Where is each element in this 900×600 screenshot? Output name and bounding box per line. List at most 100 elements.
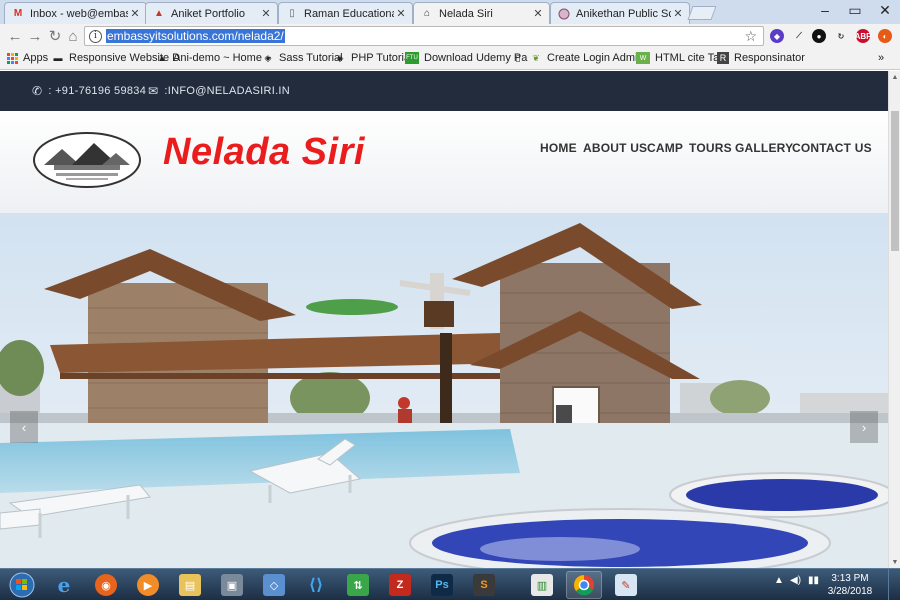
tab-raman-educational[interactable]: ▯ Raman Educational Instit ✕: [278, 2, 413, 24]
slider-next-button[interactable]: ›: [850, 411, 878, 443]
sublime-text-icon[interactable]: S: [466, 571, 502, 599]
tab-inbox[interactable]: M Inbox - web@embassyit ✕: [4, 2, 147, 24]
task-manager-icon[interactable]: ▥: [524, 571, 560, 599]
windows-taskbar: e ◉ ▶ ▤ ▣ ◇ ⟨⟩ ⇅ Z Ps S ▥ ✎ ▲ ◀) ▮▮ 3:13…: [0, 568, 900, 600]
bookmark-page[interactable]: ▯: [512, 52, 529, 64]
tab-title: Nelada Siri: [439, 7, 493, 20]
contact-email[interactable]: ✉ :INFO@NELADASIRI.IN: [148, 84, 290, 98]
diamond-icon: ◈: [336, 52, 344, 63]
bookmark-php-tutorial[interactable]: ◈ PHP Tutorial: [334, 52, 413, 64]
browser-tab-strip: M Inbox - web@embassyit ✕ ▲ Aniket Portf…: [0, 0, 900, 24]
back-arrow-icon[interactable]: ←: [6, 27, 24, 45]
firefox-icon[interactable]: ◉: [88, 571, 124, 599]
page-icon: ▯: [515, 52, 521, 63]
bookmark-label: Responsinator: [734, 52, 805, 64]
slider-prev-button[interactable]: ‹: [10, 411, 38, 443]
close-icon[interactable]: ✕: [128, 7, 142, 20]
envelope-icon: ✉: [148, 84, 159, 98]
adblock-icon[interactable]: ABP: [855, 29, 871, 43]
show-desktop-button[interactable]: [888, 569, 900, 600]
black-hat-icon: ▲: [157, 53, 167, 63]
paint-icon[interactable]: ✎: [608, 571, 644, 599]
bookmark-html-cite[interactable]: W HTML cite Tag: [636, 52, 725, 64]
nav-tours[interactable]: TOURS: [689, 141, 732, 155]
media-player-icon[interactable]: ▶: [130, 571, 166, 599]
file-explorer-icon[interactable]: ▤: [172, 571, 208, 599]
minimize-icon[interactable]: –: [810, 0, 840, 20]
bookmark-sass-tutorial[interactable]: ◈ Sass Tutorial: [262, 52, 343, 64]
extension-orange-icon[interactable]: ◐: [878, 29, 892, 43]
new-tab-button[interactable]: [687, 6, 717, 20]
gmail-icon: M: [13, 8, 23, 19]
reload-icon[interactable]: ↻: [46, 27, 64, 45]
bookmark-create-login[interactable]: ❦ Create Login Admin: [530, 52, 643, 64]
phone-icon: ✆: [32, 84, 43, 98]
bookmark-label: PHP Tutorial: [351, 52, 413, 64]
forward-arrow-icon[interactable]: →: [26, 27, 44, 45]
vs-code-icon[interactable]: ⟨⟩: [298, 571, 334, 599]
bookmark-label: Apps: [23, 52, 49, 64]
url-text[interactable]: embassyitsolutions.com/nelada2/: [106, 29, 285, 43]
scroll-up-icon[interactable]: ▲: [889, 71, 900, 83]
tab-anikethan-school[interactable]: Anikethan Public School ✕: [550, 2, 690, 24]
chrome-icon[interactable]: [566, 571, 602, 599]
tray-expand-icon[interactable]: ▲: [774, 575, 784, 586]
network-icon[interactable]: ▮▮: [808, 575, 819, 586]
extension-dark-icon[interactable]: ●: [812, 29, 826, 43]
contact-phone[interactable]: ✆ : +91-76196 59834: [32, 84, 146, 98]
site-header: Nelada Siri HOME ABOUT US CAMP TOURS GAL…: [0, 111, 888, 213]
bookmark-download-udemy[interactable]: FTU Download Udemy Pa: [405, 52, 527, 64]
refresh-extension-icon[interactable]: ↻: [834, 29, 848, 43]
taskbar-clock[interactable]: 3:13 PM 3/28/2018: [824, 572, 876, 598]
bookmark-ani-demo[interactable]: ▲ Ani-demo ~ Home ~: [156, 52, 272, 64]
bookmark-responsinator[interactable]: R Responsinator: [717, 52, 805, 64]
clock-time: 3:13 PM: [831, 573, 869, 584]
virtualbox-icon[interactable]: ◇: [256, 571, 292, 599]
bookmarks-bar: Apps ▬ Responsive Website D ▲ Ani-demo ~…: [0, 48, 900, 70]
eyedropper-icon[interactable]: ⟋: [792, 29, 806, 43]
app-manager-icon[interactable]: ▣: [214, 571, 250, 599]
leaf-icon: ❦: [532, 52, 540, 63]
nelada-siri-icon: ⌂: [423, 8, 431, 19]
filezilla-icon[interactable]: Z: [382, 571, 418, 599]
nav-contact-us[interactable]: CONTACT US: [792, 141, 872, 155]
bookmarks-overflow-icon[interactable]: »: [878, 52, 884, 64]
photoshop-icon[interactable]: Ps: [424, 571, 460, 599]
nav-gallery[interactable]: GALLERY: [735, 141, 793, 155]
scroll-thumb[interactable]: [891, 111, 899, 251]
page-scrollbar[interactable]: ▲ ▼: [888, 71, 900, 568]
close-icon[interactable]: ✕: [259, 7, 273, 20]
browser-toolbar: ← → ↻ ⌂ i embassyitsolutions.com/nelada2…: [0, 24, 900, 48]
windows-start-icon[interactable]: [4, 571, 40, 599]
tab-aniket-portfolio[interactable]: ▲ Aniket Portfolio ✕: [145, 2, 278, 24]
home-icon[interactable]: ⌂: [64, 27, 82, 45]
site-contact-bar: ✆ : +91-76196 59834 ✉ :INFO@NELADASIRI.I…: [0, 71, 888, 111]
site-logo[interactable]: [32, 131, 142, 189]
close-icon[interactable]: ✕: [394, 7, 408, 20]
bookmark-apps[interactable]: Apps: [6, 52, 48, 64]
nav-home[interactable]: HOME: [540, 141, 577, 155]
ftu-icon: FTU: [405, 52, 419, 64]
bookmark-star-icon[interactable]: ☆: [744, 28, 757, 45]
clock-date: 3/28/2018: [827, 586, 873, 597]
close-window-icon[interactable]: ✕: [870, 0, 900, 20]
school-icon: [557, 7, 571, 21]
hero-slider: ‹ ›: [0, 213, 888, 568]
bookmark-label: HTML cite Tag: [655, 52, 726, 64]
close-icon[interactable]: ✕: [671, 7, 685, 20]
nav-about-us[interactable]: ABOUT US: [583, 141, 647, 155]
scroll-down-icon[interactable]: ▼: [889, 556, 900, 568]
tab-nelada-siri[interactable]: ⌂ Nelada Siri ✕: [413, 2, 550, 24]
address-bar[interactable]: i embassyitsolutions.com/nelada2/ ☆: [84, 26, 764, 46]
document-icon: ▯: [289, 8, 295, 19]
diamond-icon: ◈: [264, 52, 272, 63]
tab-title: Anikethan Public School: [576, 7, 671, 20]
nav-camp[interactable]: CAMP: [647, 141, 683, 155]
sync-app-icon[interactable]: ⇅: [340, 571, 376, 599]
maximize-icon[interactable]: ▭: [840, 0, 870, 20]
speaker-icon[interactable]: ◀): [790, 575, 801, 586]
info-icon[interactable]: i: [89, 29, 102, 43]
internet-explorer-icon[interactable]: e: [46, 571, 82, 599]
extension-purple-icon[interactable]: ◆: [770, 29, 784, 43]
close-icon[interactable]: ✕: [531, 7, 545, 20]
